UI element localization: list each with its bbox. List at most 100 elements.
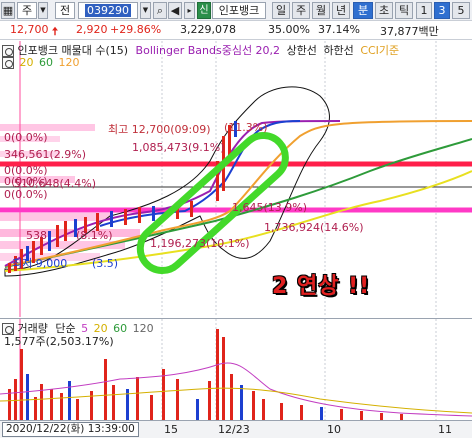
- type-select[interactable]: 주: [17, 2, 37, 19]
- interval-1-label: 1: [420, 4, 428, 17]
- interval-3[interactable]: 3: [434, 2, 450, 19]
- grid-icon[interactable]: ▦: [1, 2, 15, 19]
- volume-bar: [216, 329, 219, 420]
- ma120-label: 120: [58, 56, 80, 69]
- stock-code-input[interactable]: 039290: [78, 2, 138, 19]
- volume-bar: [280, 403, 283, 420]
- volume-bar: [162, 369, 165, 420]
- quote-info-row: 12,700 🠅 2,920 +29.86% 3,229,078 35.00% …: [0, 21, 472, 40]
- cursor-date: 2020/12/22(화) 13:39:00: [6, 423, 135, 435]
- speaker-icon[interactable]: ◀: [168, 2, 182, 19]
- volume-bar: [360, 411, 363, 420]
- ma-legend: 20 60 120: [2, 56, 80, 69]
- period-week-label: 주: [295, 4, 307, 17]
- period-week[interactable]: 주: [292, 2, 310, 19]
- search-icon[interactable]: ⌕: [153, 2, 167, 19]
- bb-indicator-label: Bollinger Bands중심선 20,2: [135, 44, 281, 57]
- ma-settings-icon[interactable]: [2, 57, 14, 69]
- price-change: 2,920: [76, 23, 108, 36]
- cursor-date-box: 2020/12/22(화) 13:39:00: [2, 422, 139, 437]
- volume-bar: [240, 385, 243, 420]
- interval-3-label: 3: [438, 4, 446, 17]
- time-axis: 2020/12/22(화) 13:39:00 15 12/23 10 11: [0, 420, 472, 438]
- volume-bar: [90, 391, 93, 420]
- bb-upper-label: 상한선: [286, 44, 317, 57]
- x-tick: 12/23: [218, 423, 250, 436]
- volume-grid-lines: [161, 319, 437, 420]
- code-dropdown-icon[interactable]: ▼: [140, 2, 151, 19]
- volume-bar: [104, 359, 107, 420]
- type2-label: 전: [59, 4, 71, 17]
- stock-name-field[interactable]: 인포뱅크: [212, 2, 266, 19]
- bb-lower-label: 하한선: [323, 44, 354, 57]
- volume-bar: [340, 409, 343, 420]
- candle: [8, 263, 11, 273]
- candle: [64, 221, 67, 241]
- current-price: 12,700: [10, 23, 49, 36]
- volume-bar: [76, 399, 79, 420]
- arrow-up-icon: 🠅: [52, 25, 59, 38]
- profile-bar: [0, 124, 95, 131]
- stock-badge-icon: 신: [197, 2, 211, 19]
- profile-label-8: 1,645(13.9%): [232, 201, 308, 214]
- volume-pane[interactable]: 거래량 단순 5 20 60 120 1,577주(2,503.17%): [0, 318, 472, 420]
- volume-max-label: 1,577주(2,503.17%): [4, 335, 114, 348]
- interval-1[interactable]: 1: [416, 2, 432, 19]
- period-year[interactable]: 년: [332, 2, 350, 19]
- period-second-label: 초: [378, 4, 390, 17]
- period-minute-label: 분: [357, 4, 369, 17]
- volume-bar: [208, 381, 211, 420]
- type2-select[interactable]: 전: [55, 2, 75, 19]
- profile-label-10: (8.1%): [76, 229, 113, 242]
- volume-bar: [222, 337, 225, 420]
- volume-bar: [50, 389, 53, 420]
- candle: [48, 231, 51, 251]
- low-pct-annotation: (3.5): [92, 257, 119, 270]
- ma20-label: 20: [19, 56, 34, 69]
- x-tick: 10: [327, 423, 341, 436]
- period-tick-label: 틱: [398, 4, 410, 17]
- volume-bar: [320, 407, 323, 420]
- profile-label-12: 1,196,273(10.1%): [150, 237, 250, 250]
- candle: [138, 207, 141, 223]
- interval-5-label: 5: [457, 4, 465, 17]
- dropdown-icon[interactable]: ▼: [38, 2, 48, 19]
- period-tick[interactable]: 틱: [395, 2, 413, 19]
- volume-bar: [176, 379, 179, 420]
- period-year-label: 년: [335, 4, 347, 17]
- period-day[interactable]: 일: [272, 2, 290, 19]
- period-month[interactable]: 월: [312, 2, 330, 19]
- trade-amount: 37,877백만: [380, 25, 439, 38]
- price-chart-pane[interactable]: 인포뱅크 매물대 수(15) Bollinger Bands중심선 20,2 상…: [0, 41, 472, 317]
- volume-bar: [150, 395, 153, 420]
- period-day-label: 일: [275, 4, 287, 17]
- volume-bar: [196, 399, 199, 420]
- volume-ma60: 60: [113, 322, 128, 335]
- stock-code: 039290: [85, 4, 131, 17]
- volume-bar: [34, 397, 37, 420]
- period-minute[interactable]: 분: [353, 2, 373, 19]
- ratio-value: 35.00%: [268, 23, 310, 36]
- high-annotation: 최고 12,700(09:09): [108, 123, 211, 136]
- volume-bar: [300, 405, 303, 420]
- candle: [110, 211, 113, 227]
- candle: [190, 201, 193, 217]
- x-tick: 15: [164, 423, 178, 436]
- profile-label-11: 1,736,924(14.6%): [264, 221, 364, 234]
- candle: [124, 209, 127, 225]
- toolbar: ▦ 주 ▼ 전 039290 ▼ ⌕ ◀ ▸ 신 인포뱅크 일 주 월 년 분 …: [0, 0, 472, 21]
- type-label: 주: [21, 4, 33, 17]
- period-second[interactable]: 초: [375, 2, 393, 19]
- speaker-dropdown-icon[interactable]: ▸: [184, 2, 195, 19]
- interval-5[interactable]: 5: [452, 2, 470, 19]
- profile-label-9: 538: [26, 229, 47, 242]
- volume-bar: [112, 385, 115, 420]
- volume-bar: [136, 377, 139, 420]
- volume-bar: [26, 374, 29, 420]
- volume-value: 3,229,078: [180, 23, 236, 36]
- cci-label: CCI기준: [360, 44, 400, 57]
- volume-bar: [14, 379, 17, 420]
- profile-bar: [0, 213, 110, 221]
- volume-bar: [40, 384, 43, 420]
- stock-name: 인포뱅크: [218, 4, 260, 17]
